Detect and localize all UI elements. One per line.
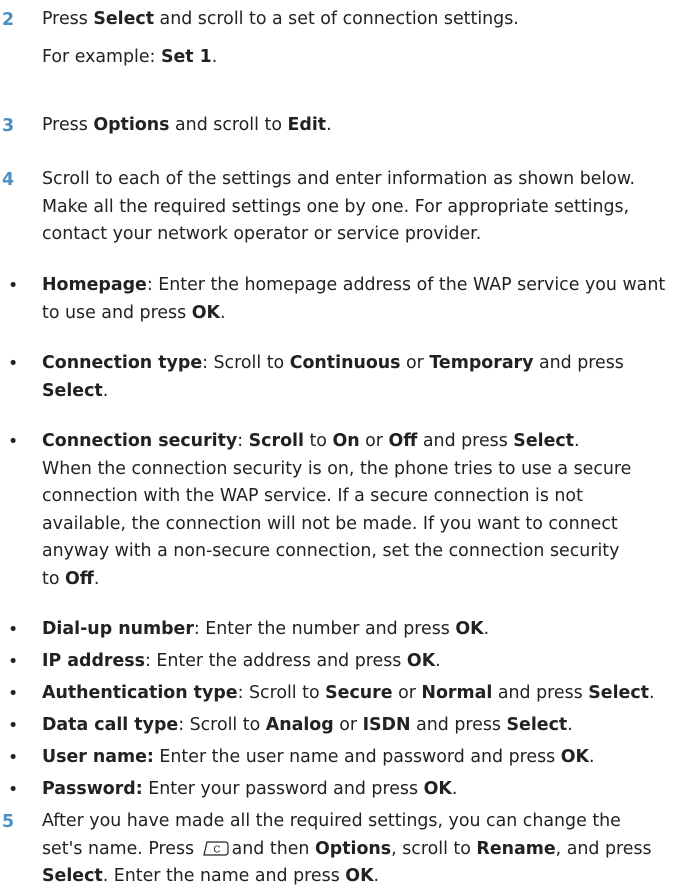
step-4-line-1: Scroll to each of the settings and enter… (42, 169, 636, 189)
bullet-icon: • (8, 276, 19, 296)
step-number: 5 (2, 812, 15, 832)
step-4-line-2: Make all the required settings one by on… (42, 196, 630, 217)
bullet-icon: • (8, 620, 19, 640)
bullet-icon: • (8, 354, 19, 374)
step-4-line-3: contact your network operator or service… (42, 224, 482, 244)
bullet-icon: • (8, 716, 19, 736)
step-2-line-1: Press Select and scroll to a set of conn… (42, 9, 519, 29)
step-5-line-3: Select. Enter the name and press OK. (42, 866, 380, 886)
step-5-line-2: set's name. Press Cand then Options, scr… (42, 838, 652, 859)
clear-key-icon: C (202, 838, 229, 856)
bullet-icon: • (8, 748, 19, 768)
step-number: 4 (2, 170, 15, 190)
bullet-icon: • (8, 780, 19, 800)
svg-text:C: C (213, 844, 220, 855)
bullet-icon: • (8, 652, 19, 672)
manual-page: 2 Press Select and scroll to a set of co… (0, 0, 686, 886)
bullet-icon: • (8, 684, 19, 704)
step-3-line-1: Press Options and scroll to Edit. (42, 115, 332, 135)
step-number: 2 (2, 10, 15, 30)
step-number: 3 (2, 116, 15, 136)
step-5-line-1: After you have made all the required set… (42, 811, 621, 831)
bullet-icon: • (8, 432, 19, 452)
step-2-example: For example: Set 1. (42, 46, 218, 67)
